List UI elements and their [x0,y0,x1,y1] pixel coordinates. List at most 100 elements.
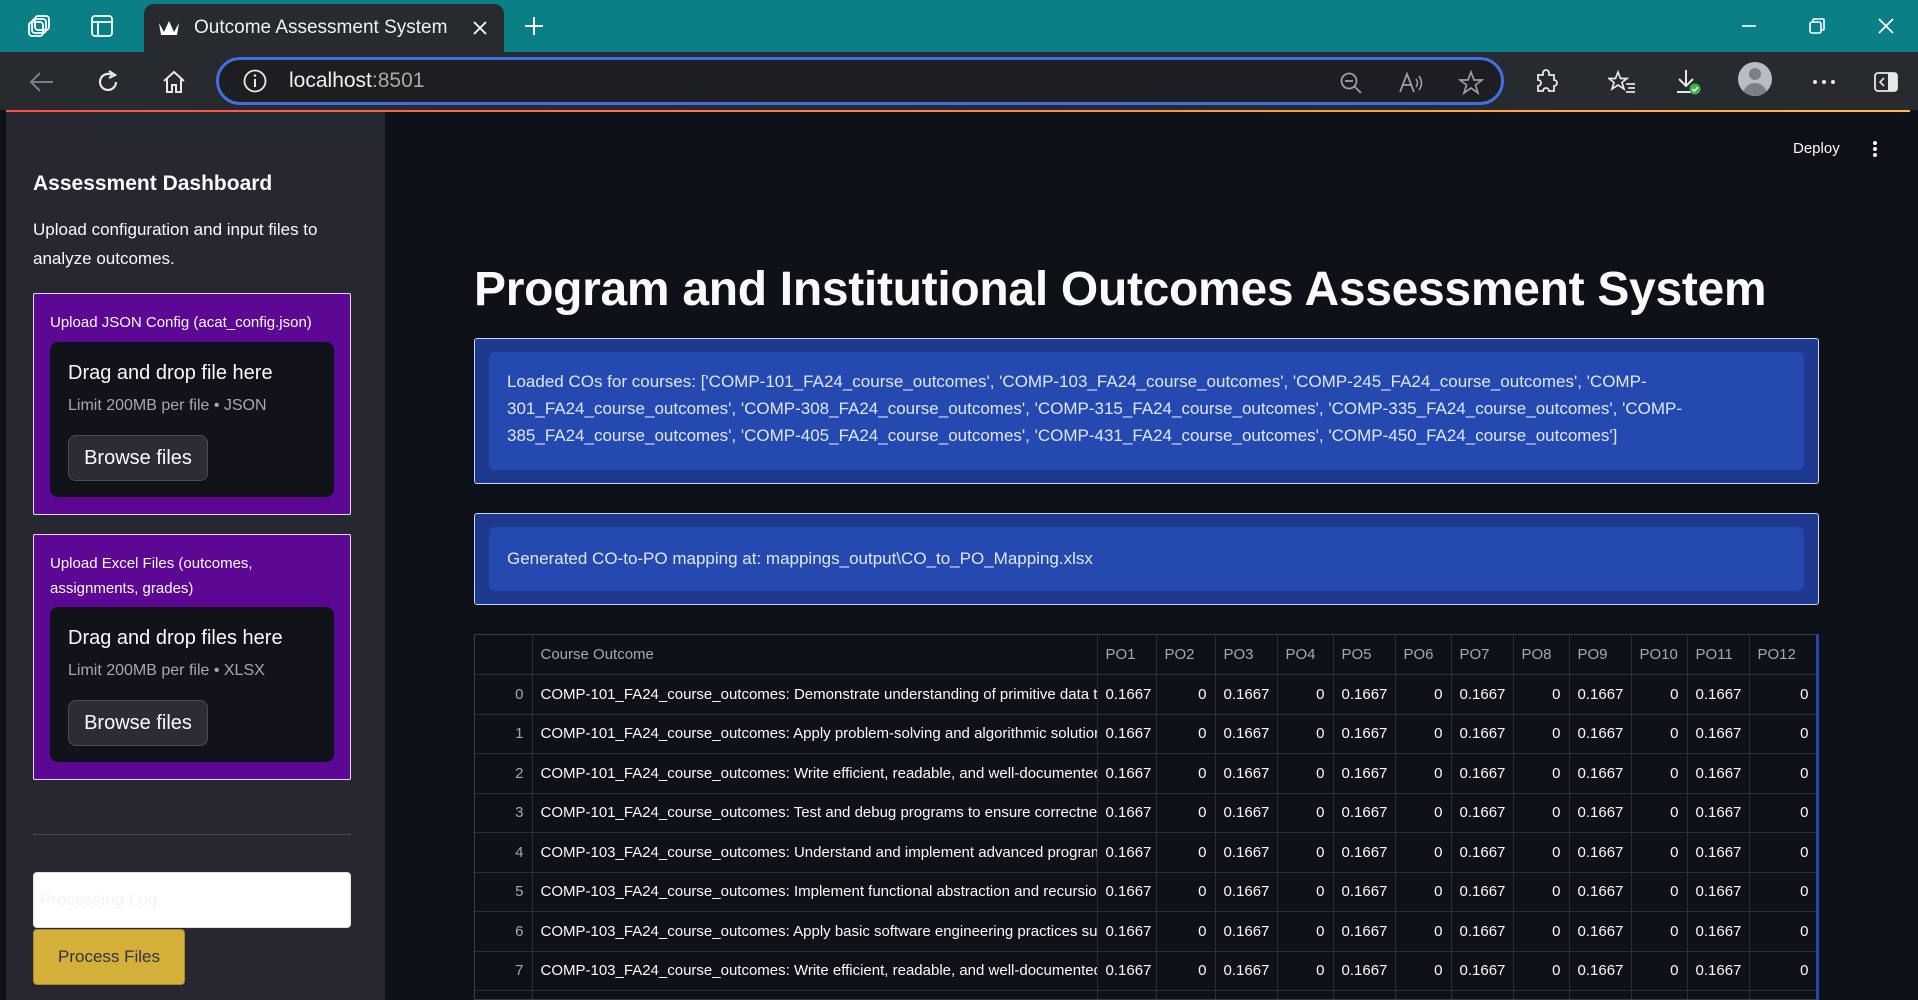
excel-browse-button[interactable]: Browse files [68,700,208,746]
po-value-cell[interactable]: 0.1667 [1687,753,1750,794]
po-value-cell[interactable]: 0 [1513,872,1570,912]
po-value-cell[interactable]: 0 [1749,793,1816,833]
address-bar[interactable]: localhost:8501 [216,57,1504,105]
po-value-cell[interactable]: 0.1667 [1687,714,1750,754]
row-index[interactable]: 2 [475,753,533,794]
po-value-cell[interactable]: 0 [1513,911,1570,952]
table-row[interactable]: 4 COMP-103_FA24_course_outcomes: Understa… [475,832,1816,873]
row-index[interactable]: 3 [475,793,533,833]
po-value-cell[interactable]: 0.1667 [1097,674,1157,715]
tab-actions-icon[interactable] [88,12,116,40]
po-value-cell[interactable]: 0.1667 [1569,872,1632,912]
po-value-cell[interactable]: 0.1667 [1097,753,1157,794]
po-value-cell[interactable]: 0.1667 [1097,793,1157,833]
po-value-cell[interactable]: 0.1667 [1451,951,1514,991]
table-row[interactable]: 7 COMP-103_FA24_course_outcomes: Write ef… [475,951,1816,991]
po-value-cell[interactable]: 0.1667 [1215,872,1278,912]
po-column-header[interactable]: PO3 [1215,635,1278,675]
po-value-cell[interactable]: 0.1667 [1215,951,1278,991]
table-row[interactable]: 6 COMP-103_FA24_course_outcomes: Apply ba… [475,911,1816,952]
course-outcome-header[interactable]: Course Outcome [532,635,1098,675]
po-value-cell[interactable]: 0.1667 [1215,832,1278,873]
po-value-cell[interactable]: 0.1667 [1687,951,1750,991]
po-value-cell[interactable]: 0 [1156,714,1216,754]
po-value-cell[interactable]: 0.1667 [1569,793,1632,833]
po-value-cell[interactable]: 0.1667 [1215,753,1278,794]
po-value-cell[interactable]: 0 [1395,753,1452,794]
minimize-icon[interactable] [1734,12,1764,40]
po-value-cell[interactable]: 0.1667 [1333,832,1396,873]
table-row[interactable]: 5 COMP-103_FA24_course_outcomes: Implemen… [475,872,1816,912]
po-value-cell[interactable]: 0 [1631,753,1688,794]
po-value-cell[interactable]: 0.1667 [1333,793,1396,833]
po-value-cell[interactable]: 0 [1513,674,1570,715]
po-value-cell[interactable]: 0.1667 [1687,793,1750,833]
row-index[interactable]: 7 [475,951,533,991]
po-value-cell[interactable]: 0 [1749,714,1816,754]
po-value-cell[interactable]: 0.1667 [1569,951,1632,991]
po-value-cell[interactable]: 0 [1749,990,1816,999]
po-value-cell[interactable]: 0.1667 [1097,911,1157,952]
po-value-cell[interactable]: 0.1667 [1569,714,1632,754]
po-value-cell[interactable]: 0.1667 [1687,911,1750,952]
favorites-icon[interactable] [1607,67,1637,97]
course-outcome-cell[interactable]: COMP-103_FA24_course_outcomes: Understan… [532,832,1098,873]
po-value-cell[interactable]: 0.1667 [1333,753,1396,794]
row-index[interactable]: 6 [475,911,533,952]
po-value-cell[interactable]: 0.1667 [1333,674,1396,715]
po-value-cell[interactable]: 0.1667 [1687,990,1750,999]
po-value-cell[interactable]: 0.1667 [1097,832,1157,873]
po-column-header[interactable]: PO4 [1277,635,1334,675]
po-value-cell[interactable]: 0 [1395,911,1452,952]
course-outcome-cell[interactable]: COMP-103_FA24_course_outcomes: Write eff… [532,951,1098,991]
active-tab[interactable]: Outcome Assessment System [144,4,504,52]
po-value-cell[interactable]: 0 [1513,832,1570,873]
po-column-header[interactable]: PO7 [1451,635,1514,675]
course-outcome-cell[interactable]: COMP-101_FA24_course_outcomes: Apply pro… [532,714,1098,754]
po-value-cell[interactable]: 0.1667 [1333,951,1396,991]
po-value-cell[interactable]: 0 [1749,832,1816,873]
po-column-header[interactable]: PO1 [1097,635,1157,675]
po-value-cell[interactable]: 0 [1395,714,1452,754]
po-value-cell[interactable]: 0 [1513,990,1570,999]
extensions-icon[interactable] [1532,67,1562,97]
po-value-cell[interactable]: 0.1667 [1097,951,1157,991]
po-value-cell[interactable]: 0 [1749,674,1816,715]
read-aloud-icon[interactable] [1397,69,1425,97]
po-column-header[interactable]: PO9 [1569,635,1632,675]
processing-log-field[interactable] [33,872,351,928]
co-po-mapping-table[interactable]: Course Outcome PO1 PO2 PO3 PO4 PO5 PO6 PO7 PO8 PO… [474,634,1819,1000]
table-row[interactable]: 1 COMP-101_FA24_course_outcomes: Apply pr… [475,714,1816,754]
po-column-header[interactable]: PO10 [1631,635,1688,675]
sidebar-toggle-icon[interactable] [1871,67,1901,97]
po-value-cell[interactable]: 0.1667 [1333,714,1396,754]
po-value-cell[interactable]: 0.1667 [1687,674,1750,715]
po-value-cell[interactable]: 0 [1156,990,1216,999]
po-value-cell[interactable]: 0 [1156,951,1216,991]
table-row[interactable]: 0 COMP-101_FA24_course_outcomes: Demonstr… [475,674,1816,715]
po-value-cell[interactable]: 0 [1513,793,1570,833]
row-index[interactable]: 8 [475,990,533,999]
course-outcome-cell[interactable]: COMP-101_FA24_course_outcomes: Demonstra… [532,674,1098,715]
profile-avatar[interactable] [1738,62,1772,96]
json-dropzone[interactable]: Drag and drop file here Limit 200MB per … [50,342,334,497]
po-value-cell[interactable]: 0 [1631,714,1688,754]
zoom-out-icon[interactable] [1337,69,1365,97]
po-value-cell[interactable]: 0.1667 [1451,753,1514,794]
process-files-button[interactable]: Process Files [33,929,185,985]
po-value-cell[interactable]: 0.1667 [1215,714,1278,754]
po-value-cell[interactable]: 0 [1156,753,1216,794]
po-column-header[interactable]: PO11 [1687,635,1750,675]
table-row[interactable]: 3 COMP-101_FA24_course_outcomes: Test and… [475,793,1816,833]
course-outcome-cell[interactable]: COMP-245_FA24_course_outcomes: Demonstra… [532,990,1098,999]
json-browse-button[interactable]: Browse files [68,435,208,481]
po-value-cell[interactable]: 0 [1631,990,1688,999]
po-value-cell[interactable]: 0 [1395,674,1452,715]
po-value-cell[interactable]: 0 [1277,832,1334,873]
po-value-cell[interactable]: 0.1667 [1451,872,1514,912]
restore-icon[interactable] [1802,12,1832,40]
po-value-cell[interactable]: 0.1667 [1451,674,1514,715]
po-value-cell[interactable]: 0 [1156,911,1216,952]
po-value-cell[interactable]: 0.1667 [1687,832,1750,873]
po-value-cell[interactable]: 0.1667 [1451,832,1514,873]
